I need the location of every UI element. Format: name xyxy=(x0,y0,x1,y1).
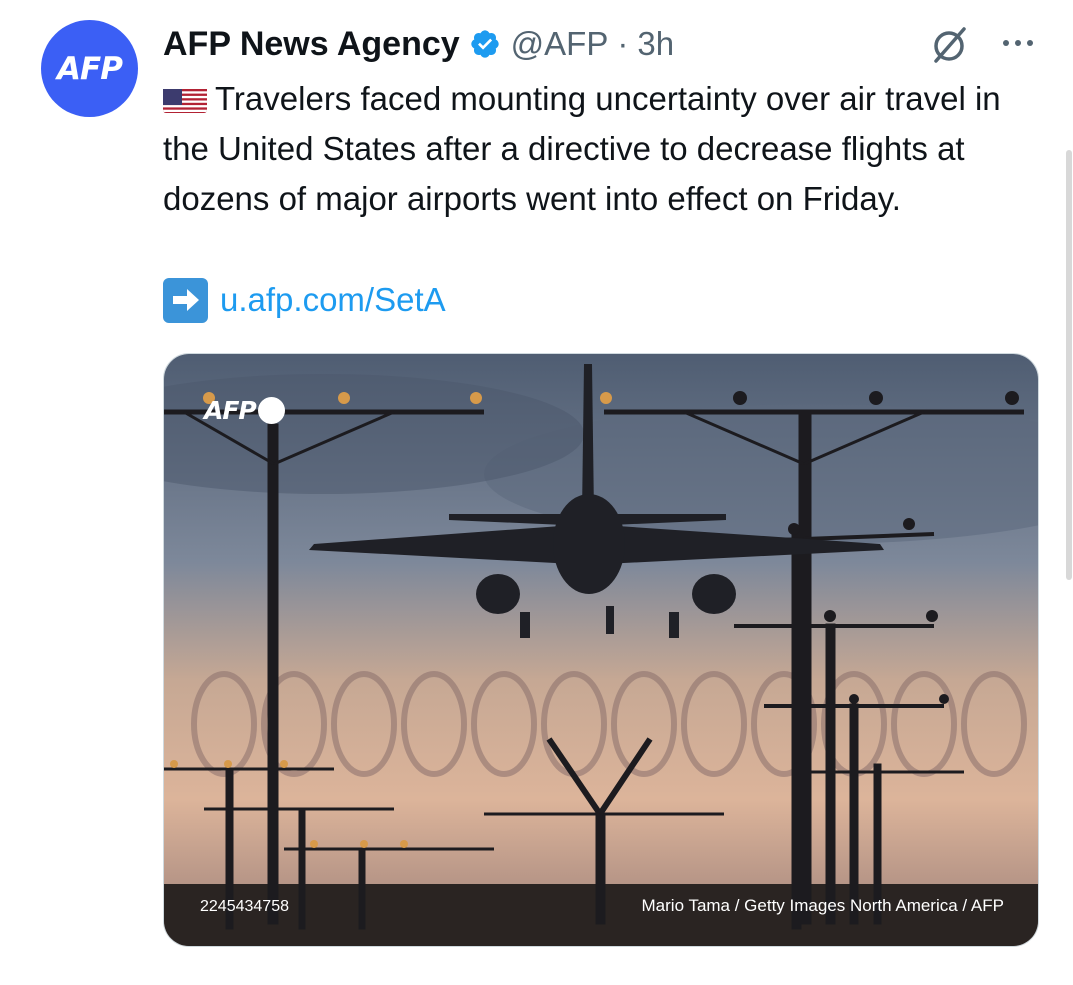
link-line: u.afp.com/SetA xyxy=(163,275,446,325)
separator-dot: · xyxy=(617,25,629,62)
afp-watermark: AFP xyxy=(204,396,285,425)
grok-icon[interactable] xyxy=(927,22,973,68)
more-options-icon[interactable] xyxy=(996,28,1040,58)
scrollbar[interactable] xyxy=(1066,150,1072,580)
right-arrow-icon xyxy=(163,277,208,323)
article-link[interactable]: u.afp.com/SetA xyxy=(220,281,446,319)
verified-badge-icon[interactable] xyxy=(469,28,501,60)
photo-credit: Mario Tama / Getty Images North America … xyxy=(641,896,1004,915)
tweet-header: AFP News Agency @AFP · 3h xyxy=(163,22,674,66)
us-flag-icon xyxy=(163,83,207,113)
timestamp[interactable]: 3h xyxy=(637,25,674,63)
author-handle[interactable]: @AFP xyxy=(511,25,609,63)
photo-id: 2245434758 xyxy=(200,898,289,915)
tweet-text: Travelers faced mounting uncertainty ove… xyxy=(163,74,1023,224)
tweet-photo[interactable]: AFP 2245434758 Mario Tama / Getty Images… xyxy=(163,353,1039,947)
author-name[interactable]: AFP News Agency xyxy=(163,25,460,64)
photo-scene xyxy=(164,354,1038,946)
avatar[interactable]: AFP xyxy=(41,20,138,117)
tweet-text-content: Travelers faced mounting uncertainty ove… xyxy=(163,80,1001,217)
